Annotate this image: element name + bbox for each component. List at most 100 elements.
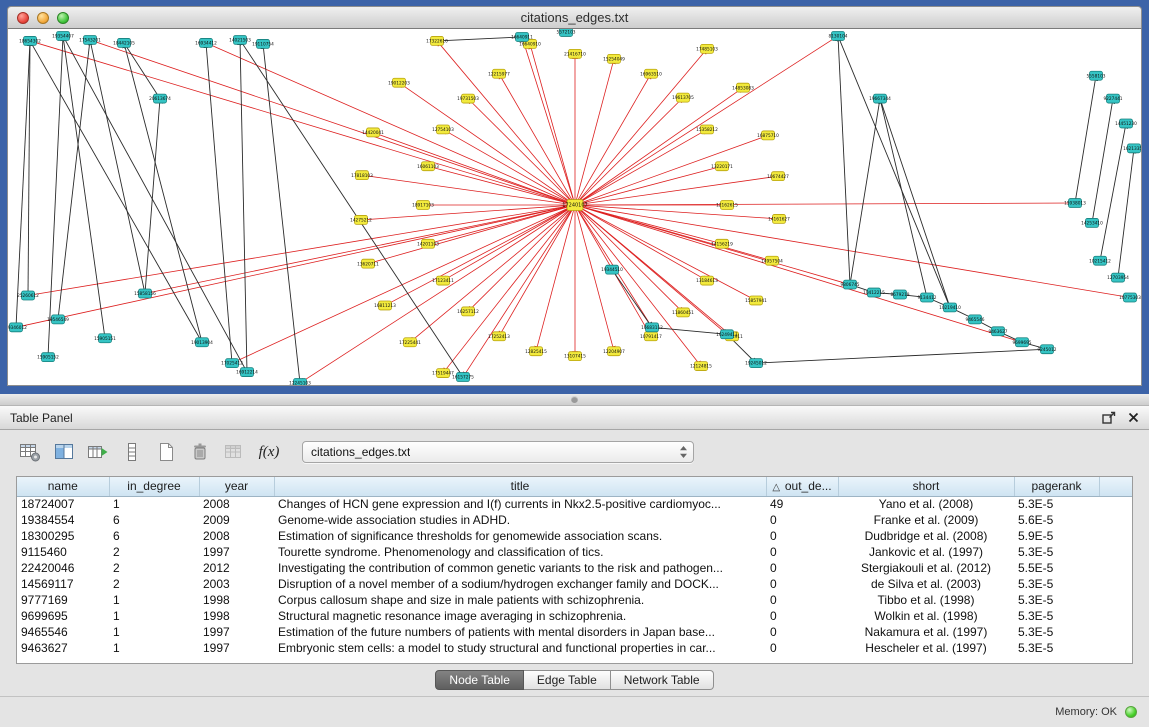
graph-node[interactable]: 10791417 (640, 332, 662, 341)
column-header-name[interactable]: name (17, 477, 109, 496)
graph-node[interactable]: 12245103 (289, 379, 311, 385)
graph-node[interactable]: 16934412 (195, 38, 217, 47)
graph-edge[interactable] (28, 205, 575, 295)
graph-node[interactable]: 15905151 (94, 334, 116, 343)
graph-edge[interactable] (522, 37, 575, 205)
column-header-year[interactable]: year (199, 477, 274, 496)
graph-node[interactable]: 9806745 (840, 280, 859, 289)
tab-edge-table[interactable]: Edge Table (524, 670, 611, 690)
graph-edge[interactable] (58, 40, 90, 319)
graph-edge[interactable] (385, 205, 575, 305)
graph-edge[interactable] (206, 43, 575, 205)
graph-node[interactable]: 9245012 (1037, 345, 1056, 354)
tab-network-table[interactable]: Network Table (611, 670, 714, 690)
graph-edge[interactable] (575, 129, 707, 205)
graph-node[interactable]: 16213350 (1123, 144, 1141, 153)
graph-node[interactable]: 14253410 (1081, 218, 1103, 227)
table-row[interactable]: 1938455462009Genome-wide association stu… (17, 512, 1132, 528)
graph-node[interactable]: 16875710 (757, 131, 779, 140)
graph-node[interactable]: 14161627 (768, 214, 790, 223)
graph-node[interactable]: 14451230 (1115, 119, 1137, 128)
graph-edge[interactable] (575, 59, 614, 205)
graph-edge[interactable] (300, 205, 575, 383)
table-row[interactable]: 969969511998Structural magnetic resonanc… (17, 608, 1132, 624)
column-header-short[interactable]: short (838, 477, 1014, 496)
table-row[interactable]: 911546021997Tourette syndrome. Phenomeno… (17, 544, 1132, 560)
column-header-in-degree[interactable]: in_degree (109, 477, 199, 496)
graph-node[interactable]: 16963510 (640, 69, 662, 78)
graph-node[interactable]: 14275212 (350, 215, 372, 224)
graph-node[interactable]: 19731503 (457, 94, 479, 103)
graph-node[interactable]: 18442105 (113, 38, 135, 47)
graph-node[interactable]: 8130104 (828, 31, 847, 40)
graph-edge[interactable] (575, 203, 1075, 205)
graph-edge[interactable] (399, 83, 575, 205)
graph-edge[interactable] (575, 205, 614, 351)
graph-node[interactable]: 18654302 (19, 36, 41, 45)
graph-node[interactable]: 17025412 (221, 359, 243, 368)
graph-node[interactable]: 18917103 (412, 201, 434, 210)
graph-node[interactable]: 16912214 (236, 368, 258, 377)
minimize-window-button[interactable] (37, 12, 49, 24)
graph-edge[interactable] (1118, 148, 1134, 277)
graph-node[interactable]: 15905152 (37, 353, 59, 362)
close-window-button[interactable] (17, 12, 29, 24)
graph-node[interactable]: 16811213 (374, 301, 396, 310)
graph-edge[interactable] (1100, 123, 1126, 260)
graph-node[interactable]: 17543201 (79, 35, 101, 44)
function-builder-button[interactable]: f(x) (252, 438, 286, 466)
graph-node[interactable]: 21416710 (564, 49, 586, 58)
graph-node[interactable]: 15857941 (745, 296, 767, 305)
graph-node[interactable]: 12825415 (525, 347, 547, 356)
graph-edge[interactable] (575, 205, 779, 219)
graph-edge[interactable] (90, 40, 145, 294)
table-row[interactable]: 977716911998Corpus callosum shape and si… (17, 592, 1132, 608)
graph-node[interactable]: 13620711 (357, 259, 379, 268)
graph-edge[interactable] (575, 205, 722, 244)
graph-node[interactable]: 16257112 (457, 307, 479, 316)
graph-node[interactable]: 8679219 (890, 290, 909, 299)
graph-node[interactable]: 12124815 (690, 362, 712, 371)
graph-node[interactable]: 13220171 (711, 162, 733, 171)
graph-edge[interactable] (575, 205, 701, 366)
citation-network-graph[interactable]: 1724010712215977197315031275410316061103… (8, 29, 1141, 385)
graph-edge[interactable] (575, 98, 683, 205)
graph-node[interactable]: 19245012 (745, 359, 767, 368)
graph-edge[interactable] (756, 349, 1047, 363)
table-mode-icon[interactable] (14, 438, 46, 466)
panel-divider[interactable] (0, 394, 1149, 406)
table-selector-dropdown[interactable]: citations_edges.txt (302, 441, 694, 463)
graph-node[interactable]: 14021503 (229, 35, 251, 44)
graph-edge[interactable] (1092, 99, 1113, 223)
graph-edge[interactable] (443, 205, 575, 373)
float-panel-icon[interactable] (1102, 411, 1116, 424)
graph-node[interactable]: 9699695 (1012, 338, 1031, 347)
graph-edge[interactable] (468, 205, 575, 311)
tab-node-table[interactable]: Node Table (435, 670, 524, 690)
zoom-window-button[interactable] (57, 12, 69, 24)
network-canvas[interactable]: 1724010712215977197315031275410316061103… (7, 29, 1142, 386)
graph-edge[interactable] (530, 44, 575, 205)
graph-node[interactable]: 16249411 (716, 330, 738, 339)
graph-node[interactable]: 19613705 (672, 93, 694, 102)
table-row[interactable]: 1830029562008Estimation of significance … (17, 528, 1132, 544)
column-header-out-de-[interactable]: △ out_de... (766, 477, 838, 496)
graph-edge[interactable] (575, 205, 683, 312)
graph-node[interactable]: 25260612 (17, 291, 39, 300)
table-row[interactable]: 2242004622012Investigating the contribut… (17, 560, 1132, 576)
graph-node[interactable]: 17322610 (426, 36, 448, 45)
graph-node[interactable]: 19667344 (869, 94, 891, 103)
graph-node[interactable]: 14957504 (761, 256, 783, 265)
graph-node[interactable]: 16157275 (452, 373, 474, 382)
table-row[interactable]: 946362711997Embryonic stem cells: a mode… (17, 640, 1132, 656)
graph-edge[interactable] (1075, 76, 1096, 203)
graph-node[interactable]: 19346012 (8, 323, 27, 332)
graph-node[interactable]: 19013904 (191, 338, 213, 347)
table-row[interactable]: 946554611997Estimation of the future num… (17, 624, 1132, 640)
graph-node[interactable]: 15254049 (603, 54, 625, 63)
graph-edge[interactable] (30, 41, 575, 205)
graph-edge[interactable] (240, 40, 247, 372)
graph-edge[interactable] (263, 44, 300, 383)
graph-edge[interactable] (437, 37, 522, 41)
graph-edge[interactable] (880, 99, 927, 298)
